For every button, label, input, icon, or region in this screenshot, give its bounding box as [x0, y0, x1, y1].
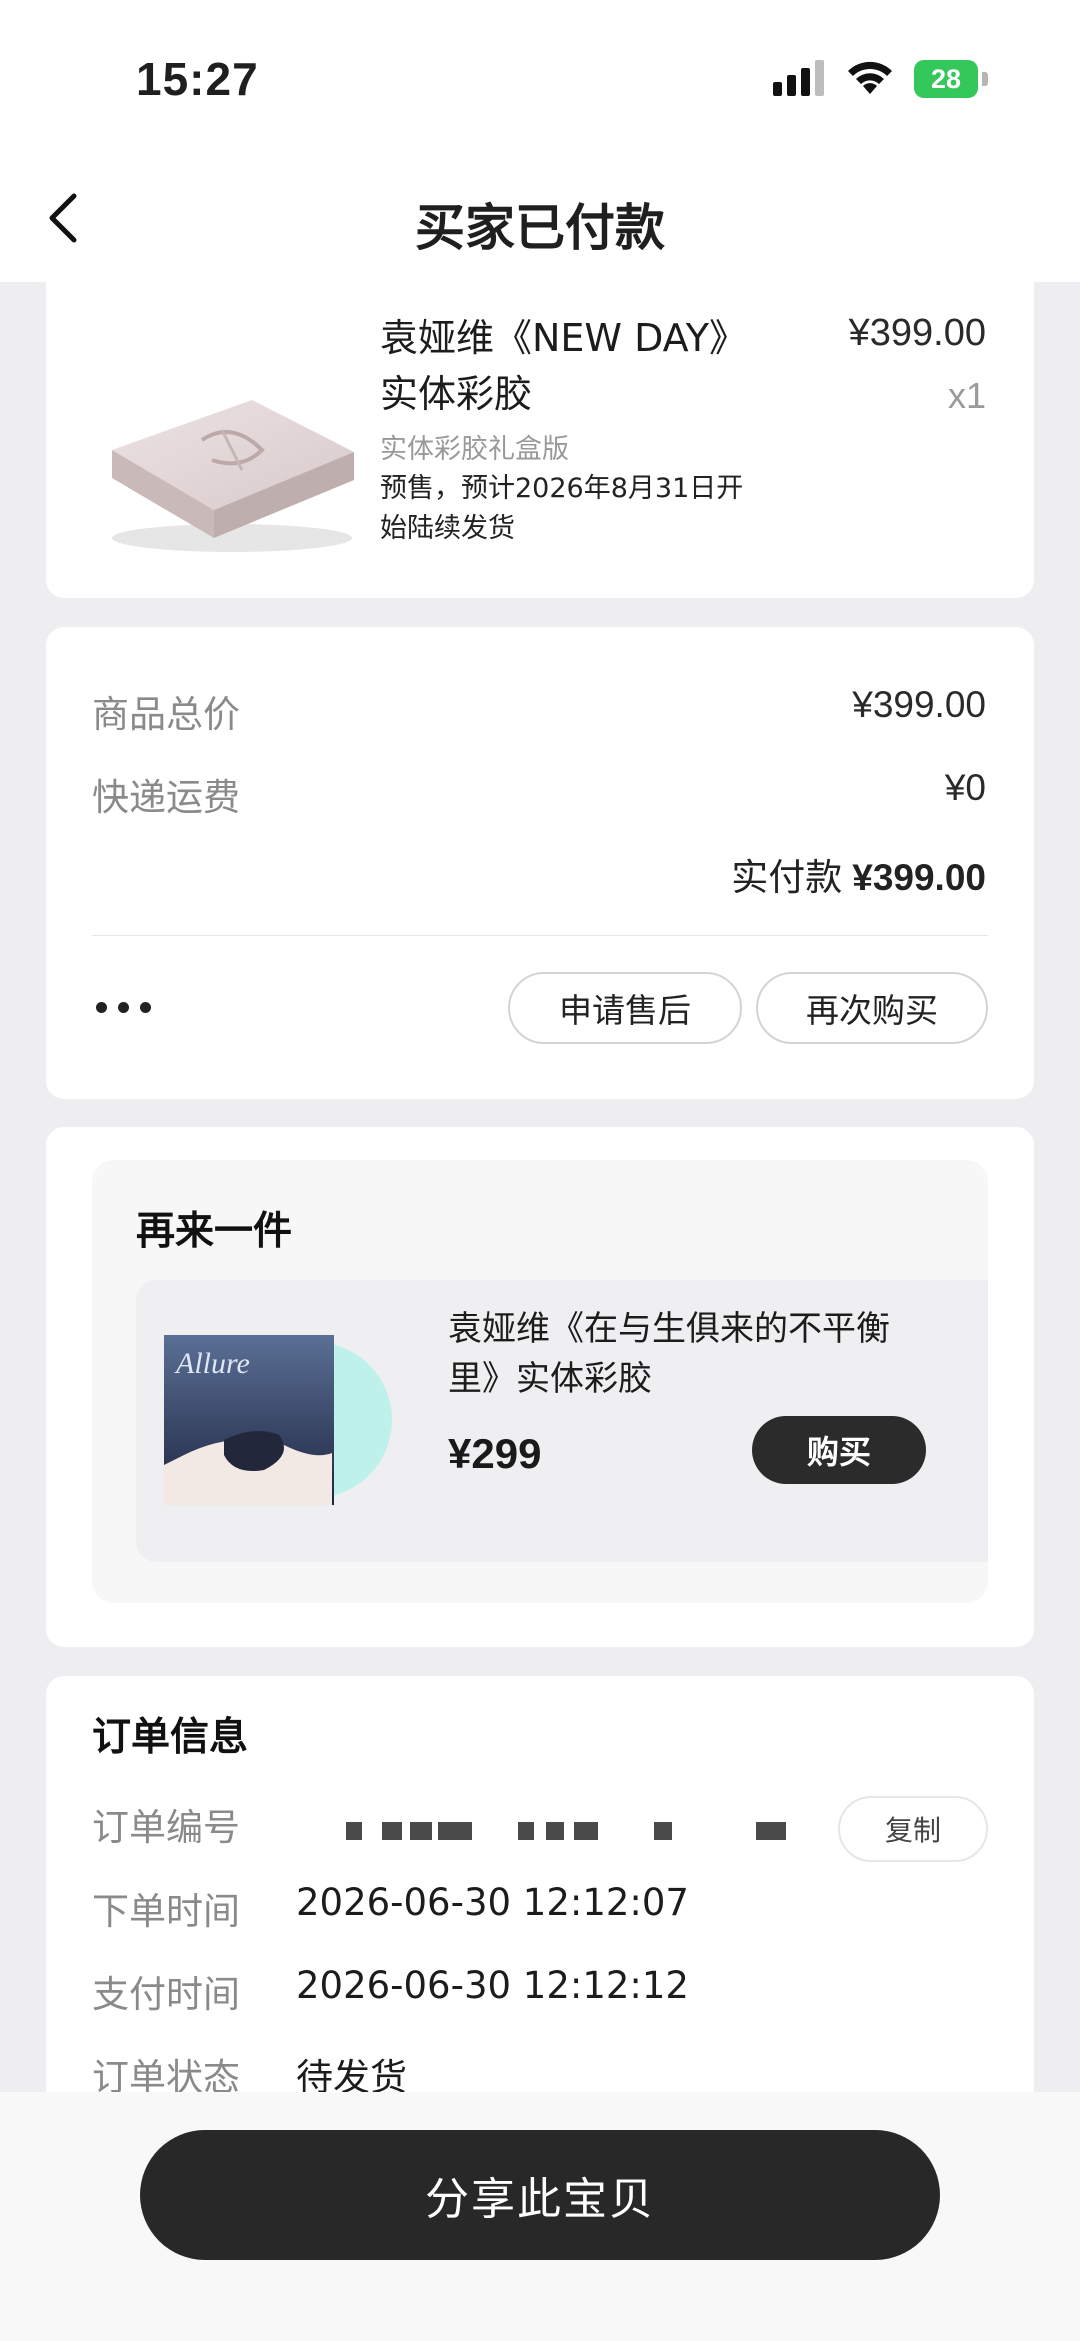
product-card[interactable]: 袁娅维《NEW DAY》 实体彩胶 ¥399.00 x1 实体彩胶礼盒版 预售，…	[46, 250, 1034, 598]
buy-button[interactable]: 购买	[752, 1416, 926, 1484]
status-bar: 15:27 28	[0, 0, 1080, 150]
more-icon[interactable]	[96, 1002, 156, 1016]
status-time: 15:27	[136, 53, 259, 105]
goods-total-value: ¥399.00	[852, 684, 986, 725]
order-number-redacted	[346, 1822, 806, 1844]
presale-note: 预售，预计2026年8月31日开 始陆续发货	[380, 469, 790, 549]
order-time-label: 下单时间	[92, 1890, 240, 1933]
order-info-title: 订单信息	[92, 1715, 249, 1760]
divider	[92, 935, 988, 936]
recommended-item-name-line2: 里》实体彩胶	[448, 1359, 652, 1399]
product-title-line1: 袁娅维《NEW DAY》	[380, 316, 747, 360]
pay-time-value: 2026-06-30 12:12:12	[296, 1964, 689, 2007]
shipping-label: 快递运费	[92, 776, 240, 819]
product-quantity: x1	[947, 375, 986, 416]
paid-label: 实付款	[731, 856, 843, 899]
rebuy-button[interactable]: 再次购买	[756, 972, 988, 1044]
recommended-item-name: 袁娅维《在与生俱来的不平衡 里》实体彩胶	[448, 1304, 928, 1404]
presale-line2: 始陆续发货	[380, 513, 515, 544]
recommended-item[interactable]: Allure 袁娅维《在与生俱来的不平衡 里》实体彩胶 ¥299 购买	[136, 1280, 988, 1562]
battery-icon: 28	[914, 60, 978, 98]
presale-line1: 预售，预计2026年8月31日开	[380, 473, 744, 504]
product-title: 袁娅维《NEW DAY》 实体彩胶	[380, 310, 830, 422]
album-cover-image: Allure	[164, 1335, 392, 1505]
copy-button[interactable]: 复制	[838, 1796, 988, 1862]
bottom-bar: 分享此宝贝	[0, 2092, 1080, 2341]
paid-amount: ¥399.00	[852, 857, 986, 898]
product-image	[112, 400, 354, 552]
share-button[interactable]: 分享此宝贝	[140, 2130, 940, 2260]
product-price: ¥399.00	[848, 312, 986, 354]
pay-time-label: 支付时间	[92, 1973, 240, 2016]
goods-total-label: 商品总价	[92, 693, 240, 736]
buy-again-card: 再来一件 Allure 袁娅维《在与生俱来的不平衡 里》实体彩胶 ¥299 购买	[46, 1127, 1034, 1647]
price-summary-card: 商品总价 ¥399.00 快递运费 ¥0 实付款 ¥399.00 申请售后 再次购…	[46, 627, 1034, 1099]
aftersale-button[interactable]: 申请售后	[508, 972, 742, 1044]
battery-cap	[982, 72, 988, 86]
recommended-item-name-line1: 袁娅维《在与生俱来的不平衡	[448, 1309, 890, 1349]
buy-again-panel: 再来一件 Allure 袁娅维《在与生俱来的不平衡 里》实体彩胶 ¥299 购买	[92, 1160, 988, 1603]
shipping-value: ¥0	[944, 767, 986, 808]
order-info-card: 订单信息 订单编号 复制 下单时间 2026-06-30 12:12:07 支付…	[46, 1676, 1034, 2136]
wifi-icon	[848, 61, 892, 94]
recommended-item-price: ¥299	[448, 1430, 542, 1477]
product-variant: 实体彩胶礼盒版	[380, 434, 569, 465]
signal-icon	[773, 60, 824, 96]
order-time-value: 2026-06-30 12:12:07	[296, 1881, 689, 1924]
product-title-line2: 实体彩胶	[380, 372, 533, 416]
paid-row: 实付款 ¥399.00	[731, 847, 986, 901]
order-number-label: 订单编号	[92, 1806, 240, 1849]
buy-again-title: 再来一件	[136, 1209, 293, 1254]
cover-text: Allure	[174, 1347, 250, 1380]
